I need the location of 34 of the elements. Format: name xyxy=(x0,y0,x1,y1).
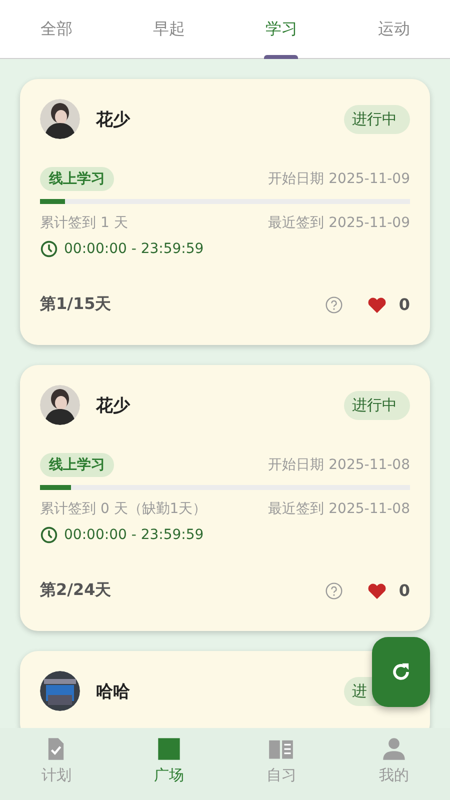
clock-icon xyxy=(40,526,58,544)
nav-item[interactable]: 自习 xyxy=(225,736,338,800)
help-icon[interactable] xyxy=(324,582,343,600)
heart-icon[interactable] xyxy=(366,582,387,600)
tab[interactable]: 全部 xyxy=(0,0,112,58)
user-name: 花少 xyxy=(96,108,130,130)
user-name: 花少 xyxy=(96,394,130,416)
nav-item[interactable]: 计划 xyxy=(0,736,112,800)
square-icon xyxy=(156,736,182,762)
start-date: 开始日期 2025-11-09 xyxy=(268,170,410,188)
status-badge: 进行中 xyxy=(344,390,410,420)
like-count: 0 xyxy=(398,295,410,314)
person-icon xyxy=(380,736,407,762)
time-range: 00:00:00 - 23:59:59 xyxy=(64,527,204,543)
clock-icon xyxy=(40,240,58,258)
last-checkin: 最近签到 2025-11-08 xyxy=(268,500,410,518)
user-name: 哈哈 xyxy=(96,680,130,702)
nav-item[interactable]: 广场 xyxy=(112,736,225,800)
nav-item[interactable]: 我的 xyxy=(338,736,450,800)
tab[interactable]: 运动 xyxy=(338,0,450,58)
category-tag: 线上学习 xyxy=(40,453,114,477)
last-checkin: 最近签到 2025-11-09 xyxy=(268,214,410,232)
heart-icon[interactable] xyxy=(366,296,387,314)
checkin-count: 累计签到 0 天（缺勤1天） xyxy=(40,500,207,518)
help-icon[interactable] xyxy=(324,296,343,314)
like-count: 0 xyxy=(398,581,410,600)
tab[interactable]: 学习 xyxy=(225,0,338,58)
time-range: 00:00:00 - 23:59:59 xyxy=(64,241,204,257)
start-date: 开始日期 2025-11-08 xyxy=(268,456,410,474)
status-badge: 进行中 xyxy=(344,104,410,134)
refresh-button[interactable] xyxy=(372,637,430,707)
checkin-count: 累计签到 1 天 xyxy=(40,214,128,232)
tab[interactable]: 早起 xyxy=(112,0,225,58)
category-tag: 线上学习 xyxy=(40,167,114,191)
